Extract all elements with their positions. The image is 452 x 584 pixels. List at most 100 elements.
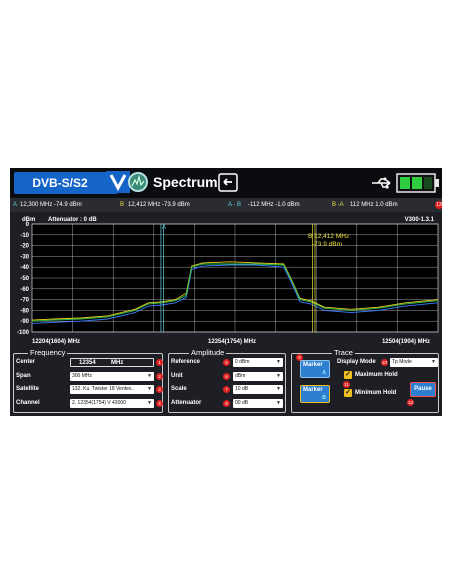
scale-select[interactable]: 10 dB ▼ <box>233 385 283 394</box>
page-title: Spectrum <box>153 174 218 190</box>
spectrum-graph[interactable]: dBm Attenuator : 0 dB V300-1.3.1 0 -10 -20… <box>10 212 442 346</box>
chevron-down-icon: ▼ <box>276 359 281 365</box>
display-mode-value: Tp Mode <box>392 359 412 365</box>
back-icon[interactable] <box>218 173 238 192</box>
y-tick-label: -30 <box>20 254 29 260</box>
chevron-down-icon: ▼ <box>276 386 281 392</box>
marker-b-a-label: B -A <box>332 202 344 208</box>
y-tick-label: -40 <box>20 265 29 271</box>
attenuator-select[interactable]: 00 dB ▼ <box>233 399 283 408</box>
center-unit: MHz <box>111 360 124 366</box>
x-tick-left: 12204(1604) MHz <box>32 339 80 345</box>
satellite-value: 132. Ku. Twister 18 Ventex.. <box>72 386 135 392</box>
marker-a-tag: A <box>162 225 166 231</box>
y-tick-label: -70 <box>20 298 29 304</box>
channel-value: 2. 12354(1754) V 43000 <box>72 400 126 406</box>
chevron-down-icon: ▼ <box>276 373 281 379</box>
marker-a-b-label: A - B <box>228 202 242 208</box>
callout-badge: 1 <box>156 359 163 366</box>
battery-icon <box>396 173 439 193</box>
span-value: 300 MHz <box>72 373 93 379</box>
maximum-hold-label: Maximum Hold <box>355 372 398 378</box>
marker-a-label: A <box>13 202 18 208</box>
unit-value: dBm <box>235 373 246 379</box>
unit-select[interactable]: dBm ▼ <box>233 372 283 381</box>
callout-badge: 8 <box>223 400 230 407</box>
chevron-down-icon: ▼ <box>431 359 436 365</box>
y-tick-label: -10 <box>20 233 29 239</box>
marker-info-bar: A 12,300 MHz -74.9 dBm B 12,412 MHz -73.… <box>10 198 442 212</box>
callout-badge: 7 <box>223 386 230 393</box>
marker-b-a-value: 112 MHz 1.0 dBm <box>350 202 398 208</box>
mode-select-button[interactable]: DVB-S/S2 <box>14 172 118 194</box>
spectrum-chart: dBm Attenuator : 0 dB V300-1.3.1 0-10-20… <box>17 217 439 345</box>
version-label: V300-1.3.1 <box>405 217 435 223</box>
chevron-down-icon: ▼ <box>147 400 152 406</box>
span-select[interactable]: 300 MHz ▼ <box>70 372 154 381</box>
mode-label: DVB-S/S2 <box>32 176 88 190</box>
marker-b-freq: B 12,412 MHz <box>308 233 349 240</box>
pause-button[interactable]: Pause <box>410 382 436 397</box>
callout-badge: 6 <box>223 373 230 380</box>
frequency-panel: Frequency Center 12354 MHz 1 Span 300 MH… <box>13 348 163 413</box>
chevron-down-icon: ▼ <box>147 373 152 379</box>
reference-select[interactable]: 0 dBm ▼ <box>233 358 283 367</box>
y-tick-label: -60 <box>20 287 29 293</box>
attenuator-value: 00 dB <box>235 400 249 406</box>
callout-badge: 5 <box>223 359 230 366</box>
trace-panel: Trace 9 Marker A Marker B Display Mode 1… <box>291 348 439 413</box>
reference-value: 0 dBm <box>235 359 250 365</box>
minimum-hold-label: Minimum Hold <box>355 390 397 396</box>
y-tick-label: -100 <box>17 330 30 336</box>
callout-badge: 4 <box>156 400 163 407</box>
attenuator-field-label: Attenuator <box>171 400 202 406</box>
marker-b-level: -73.9 dBm <box>312 241 342 248</box>
attenuator-label: Attenuator : 0 dB <box>48 217 97 223</box>
maximum-hold-checkbox[interactable]: ✓ <box>344 371 352 379</box>
marker-b-button-sub: B <box>322 395 326 401</box>
y-tick-label: -20 <box>20 244 29 250</box>
display-mode-label: Display Mode <box>337 359 376 365</box>
callout-badge: 12 <box>407 399 414 406</box>
center-value: 12354 <box>79 360 96 366</box>
x-tick-center: 12354(1754) MHz <box>208 339 256 345</box>
satellite-select[interactable]: 132. Ku. Twister 18 Ventex.. ▼ <box>70 385 154 394</box>
marker-a-button-label: Marker <box>303 362 323 368</box>
spectrum-icon <box>128 172 148 192</box>
scale-value: 10 dB <box>235 386 249 392</box>
analyzer-screen: DVB-S/S2 Spectrum A 12,300 MHz -74.9 dBm… <box>10 168 442 416</box>
channel-select[interactable]: 2. 12354(1754) V 43000 ▼ <box>70 399 154 408</box>
callout-badge: 3 <box>156 386 163 393</box>
unit-label: Unit <box>171 373 183 379</box>
chevron-down-icon[interactable] <box>106 171 130 193</box>
center-label: Center <box>16 359 36 365</box>
minimum-hold-checkbox[interactable]: ✓ <box>344 389 352 397</box>
channel-label: Channel <box>16 400 40 406</box>
marker-a-value: 12,300 MHz -74.9 dBm <box>20 202 82 208</box>
amplitude-panel: Amplitude Reference 5 0 dBm ▼ Unit 6 dBm ▼… <box>168 348 286 413</box>
marker-b-button-label: Marker <box>303 387 323 393</box>
callout-badge: 10 <box>381 359 388 366</box>
marker-b-button[interactable]: Marker B <box>300 385 330 403</box>
callout-badge: 2 <box>156 373 163 380</box>
scale-label: Scale <box>171 386 187 392</box>
top-bar: DVB-S/S2 Spectrum <box>10 168 442 198</box>
marker-b-label: B <box>120 202 125 208</box>
chevron-down-icon: ▼ <box>147 386 152 392</box>
marker-a-button[interactable]: Marker A <box>300 360 330 378</box>
chevron-down-icon: ▼ <box>276 400 281 406</box>
callout-badge: 13 <box>435 201 442 209</box>
y-tick-label: -50 <box>20 276 29 282</box>
usb-icon <box>372 177 391 189</box>
reference-label: Reference <box>171 359 201 365</box>
marker-a-button-sub: A <box>322 370 326 376</box>
span-label: Span <box>16 373 31 379</box>
callout-badge: 11 <box>343 381 350 388</box>
y-tick-label: -80 <box>20 308 29 314</box>
center-frequency-input[interactable]: 12354 MHz <box>70 358 154 367</box>
display-mode-select[interactable]: Tp Mode ▼ <box>390 358 438 367</box>
marker-a-b-value: -112 MHz -1.0 dBm <box>248 202 300 208</box>
x-tick-right: 12504(1904) MHz <box>382 339 430 345</box>
marker-b-value: 12,412 MHz -73.9 dBm <box>128 202 190 208</box>
y-tick-label: -90 <box>20 319 29 325</box>
